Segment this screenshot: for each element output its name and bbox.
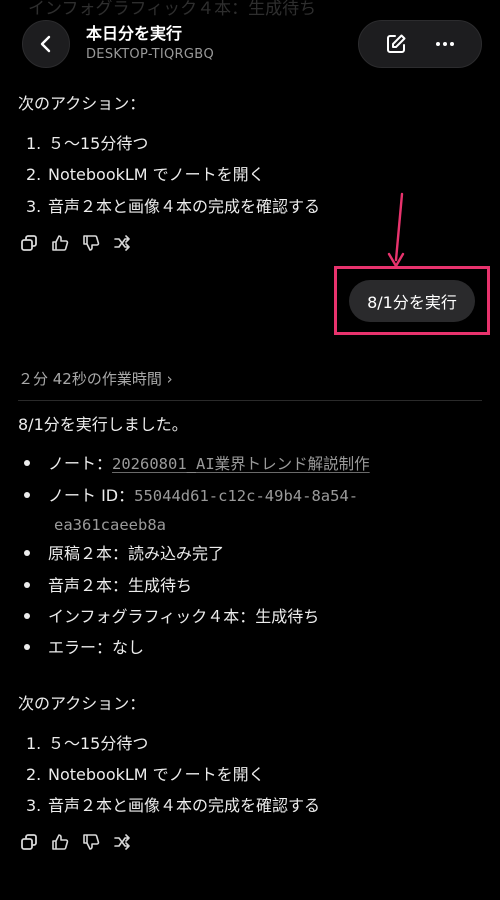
list-item: 1. ５〜15分待つ: [26, 134, 149, 153]
next-actions-heading: 次のアクション：: [18, 694, 146, 713]
bullet: [24, 643, 30, 650]
feedback-row: [18, 231, 133, 255]
user-message-bubble[interactable]: 8/1分を実行: [349, 279, 475, 322]
share-icon: [114, 235, 130, 251]
thumbs-up-button[interactable]: [49, 831, 71, 853]
share-button[interactable]: [111, 232, 133, 254]
copy-button[interactable]: [18, 831, 40, 853]
copy-button[interactable]: [18, 232, 40, 254]
thumbs-down-icon: [83, 834, 100, 850]
list-item: 音声２本：生成待ち: [24, 574, 192, 598]
thumbs-down-button[interactable]: [80, 232, 102, 254]
bullet: [24, 459, 30, 466]
more-button[interactable]: [427, 26, 463, 62]
divider: [18, 400, 482, 401]
more-icon: [435, 42, 454, 46]
list-item: 3. 音声２本と画像４本の完成を確認する: [26, 197, 321, 216]
list-item: ノート：20260801_AI業界トレンド解説制作: [24, 452, 370, 476]
list-item: ノート ID：55044d61-c12c-49b4-8a54-: [24, 484, 358, 508]
bullet: [24, 612, 30, 619]
top-bar: 本日分を実行 DESKTOP-TIQRGBQ: [0, 0, 500, 92]
header-actions: [358, 20, 482, 68]
highlight-box: 8/1分を実行: [334, 266, 490, 335]
note-id: 55044d61-c12c-49b4-8a54-: [134, 487, 359, 505]
next-actions-heading: 次のアクション：: [18, 94, 146, 113]
list-item: エラー：なし: [24, 636, 144, 660]
list-item: 原稿２本：読み込み完了: [24, 542, 224, 566]
list-item: 2. NotebookLM でノートを開く: [26, 765, 265, 784]
thumbs-down-button[interactable]: [80, 831, 102, 853]
feedback-row: [18, 830, 133, 854]
chevron-left-icon: [40, 35, 51, 53]
list-item: インフォグラフィック４本：生成待ち: [24, 605, 319, 629]
back-button[interactable]: [22, 20, 70, 68]
edit-button[interactable]: [378, 26, 414, 62]
response-intro: 8/1分を実行しました。: [18, 415, 188, 434]
edit-icon: [386, 34, 405, 53]
bullet: [24, 549, 30, 556]
work-time-toggle[interactable]: ２分 42秒の作業時間 ›: [18, 368, 173, 390]
page-title: 本日分を実行: [86, 24, 183, 43]
arrow-down-icon: [387, 192, 405, 268]
thumbs-up-icon: [52, 834, 69, 850]
copy-icon: [21, 235, 37, 251]
title-block: 本日分を実行 DESKTOP-TIQRGBQ: [86, 24, 214, 64]
share-button[interactable]: [111, 831, 133, 853]
list-item: 2. NotebookLM でノートを開く: [26, 165, 265, 184]
device-name: DESKTOP-TIQRGBQ: [86, 47, 214, 62]
note-link[interactable]: 20260801_AI業界トレンド解説制作: [112, 455, 370, 473]
share-icon: [114, 834, 130, 850]
note-id-continued: ea361caeeb8a: [54, 516, 166, 534]
bullet: [24, 581, 30, 588]
thumbs-up-icon: [52, 235, 69, 251]
bullet: [24, 491, 30, 498]
list-item: 1. ５〜15分待つ: [26, 734, 149, 753]
copy-icon: [21, 834, 37, 850]
thumbs-up-button[interactable]: [49, 232, 71, 254]
list-item: 3. 音声２本と画像４本の完成を確認する: [26, 796, 321, 815]
thumbs-down-icon: [83, 235, 100, 251]
